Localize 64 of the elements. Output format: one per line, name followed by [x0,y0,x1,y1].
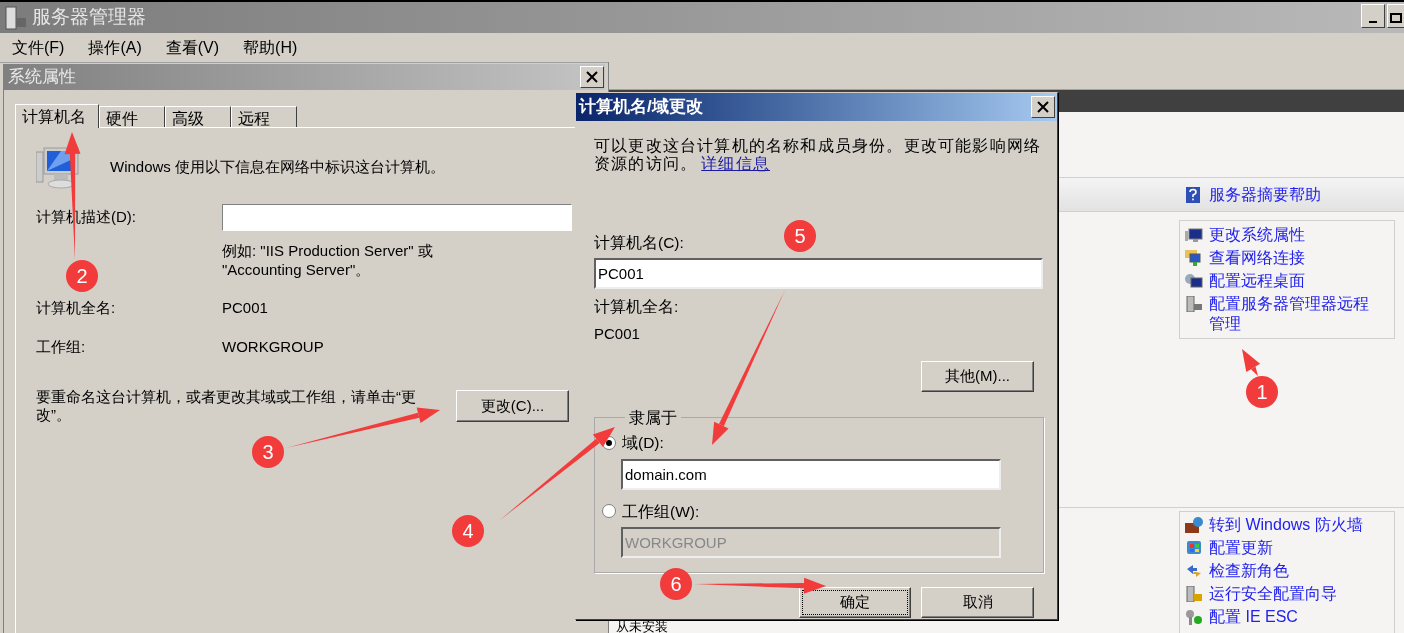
tab[interactable]: 硬件 [99,106,165,127]
task-link[interactable]: 检查新角色 [1209,561,1289,581]
more-button[interactable]: 其他(M)... [921,361,1034,392]
server-icon [1185,296,1203,312]
field-label: 计算机全名: [594,297,679,318]
description-text: 可以更改这台计算机的名称和成员身份。更改可能影响网络资源的访问。 详细信息 [594,137,1043,173]
field-value: PC001 [594,323,640,344]
task-link[interactable]: 配置 IE ESC [1209,607,1298,627]
menu-item[interactable]: 帮助(H) [243,35,298,60]
menu-item[interactable]: 文件(F) [12,35,65,60]
update-icon [1185,540,1203,556]
menu-item[interactable]: 查看(V) [165,35,220,60]
change-button[interactable]: 更改(C)... [456,390,569,422]
details-link[interactable]: 详细信息 [701,155,770,172]
tab[interactable]: 高级 [165,106,231,127]
intro-text: Windows 使用以下信息在网络中标识这台计算机。 [110,157,446,177]
ok-button[interactable]: 确定 [799,586,911,618]
cancel-button[interactable]: 取消 [921,586,1034,618]
status-text: 从未安装 [616,620,668,633]
task-link[interactable]: 配置远程桌面 [1209,271,1369,291]
window-title: 服务器管理器 [32,5,146,30]
help-icon [1186,186,1200,203]
minimize-icon [1369,21,1377,23]
close-button[interactable] [1031,96,1055,118]
text-field[interactable]: domain.com [621,458,1001,490]
server-icon [4,5,28,30]
task-link[interactable]: 运行安全配置向导 [1209,584,1337,604]
dialog-title: 计算机名/域更改 [579,96,703,119]
annotation-arrow [1242,349,1261,376]
instruction-text: 要重命名这台计算机，或者更改其域或工作组，请单击“更改”。 [36,388,417,424]
restore-icon [1390,13,1402,23]
lock-icon [1185,586,1203,602]
field-label: 计算机全名: [36,298,117,318]
close-icon [1037,101,1049,113]
remote-desktop-icon [1185,273,1203,289]
close-button[interactable] [580,66,604,88]
radio-label: 域(D): [622,433,664,454]
firewall-icon [1185,517,1203,533]
tab[interactable]: 远程 [231,106,297,127]
tab[interactable]: 计算机名 [15,104,99,128]
task-link[interactable]: 查看网络连接 [1209,248,1369,268]
task-link[interactable]: 配置服务器管理器远程管理 [1209,294,1369,334]
group-label: 隶属于 [628,408,678,428]
field-value: PC001 [222,298,269,318]
field-label: 计算机名(C): [594,233,684,253]
help-link[interactable]: 服务器摘要帮助 [1209,182,1321,207]
task-link[interactable]: 配置更新 [1209,538,1273,558]
minimize-button[interactable] [1361,4,1385,28]
computer-name-field[interactable]: PC001 [594,258,1043,290]
field-label: 工作组: [36,336,87,357]
key-icon [1185,609,1203,625]
menu-item[interactable]: 操作(A) [88,35,142,60]
radio-label: 工作组(W): [622,501,700,522]
task-link[interactable]: 更改系统属性 [1209,225,1369,245]
hint-text: 例如: "IIS Production Server" 或 "Accounting Server"。 [222,241,434,279]
restore-button[interactable] [1387,4,1404,28]
network-icon [1185,250,1203,266]
refresh-icon [1185,563,1203,579]
close-icon [586,71,598,83]
task-link[interactable]: 转到 Windows 防火墙 [1209,515,1363,535]
monitor-icon [1185,227,1203,243]
field-value: WORKGROUP [222,336,325,357]
description-field[interactable] [222,204,572,231]
dialog-title: 系统属性 [8,66,76,89]
